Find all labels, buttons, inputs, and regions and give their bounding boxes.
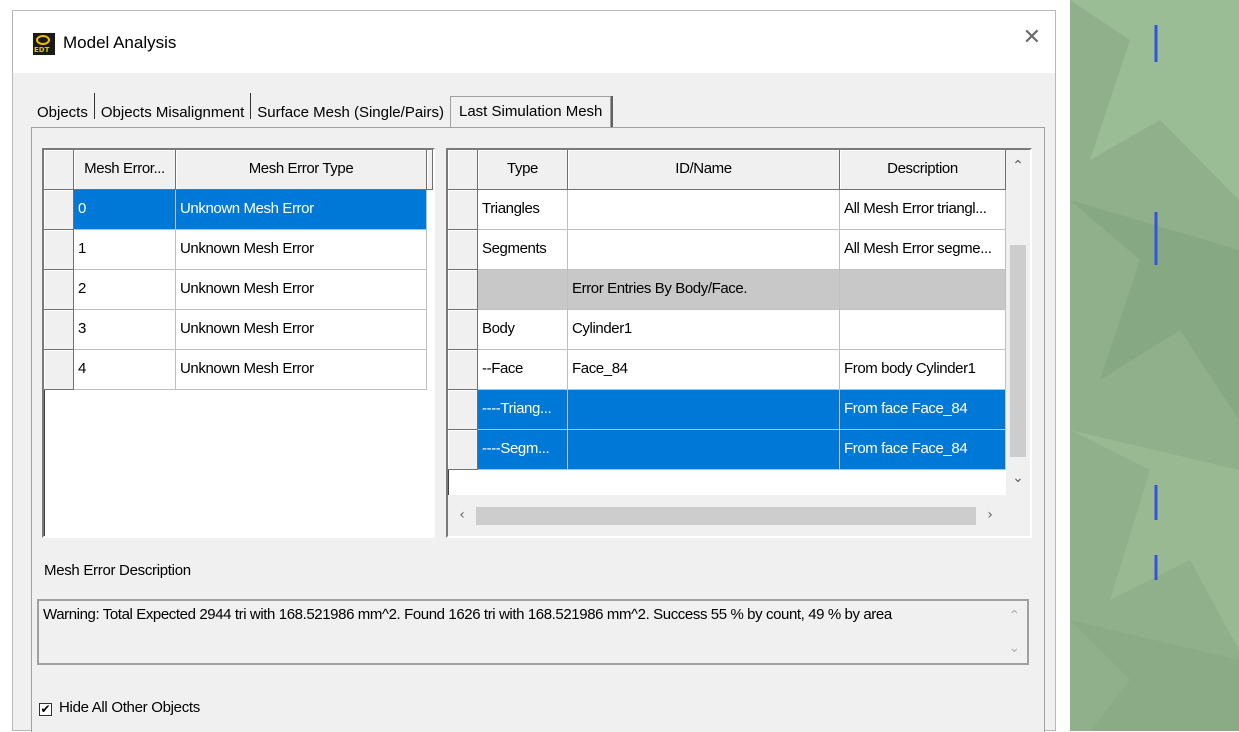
corner-header[interactable] [44, 150, 74, 190]
tab-objects-misalignment[interactable]: Objects Misalignment [101, 104, 244, 127]
close-icon[interactable]: ✕ [1023, 25, 1041, 50]
row-header[interactable] [44, 190, 74, 230]
entry-type-cell[interactable]: ----Triang... [478, 390, 568, 430]
tab-objects[interactable]: Objects [37, 104, 88, 127]
hide-all-other-objects-checkbox[interactable]: ✔ [39, 703, 52, 716]
scroll-right-arrow-icon[interactable]: › [982, 507, 998, 523]
description-text: Warning: Total Expected 2944 tri with 16… [43, 606, 892, 623]
mesh-error-type-cell[interactable]: Unknown Mesh Error [176, 350, 427, 390]
entry-description-cell[interactable]: From face Face_84 [840, 390, 1006, 430]
column-header-type[interactable]: Type [478, 150, 568, 190]
entry-id-name-cell[interactable] [568, 430, 840, 470]
corner-header[interactable] [448, 150, 478, 190]
row-header[interactable] [448, 430, 478, 470]
app-logo-icon: EDT [33, 33, 55, 55]
horizontal-scrollbar[interactable]: ‹ › [448, 495, 1006, 536]
row-header[interactable] [448, 350, 478, 390]
entry-description-cell[interactable]: All Mesh Error segme... [840, 230, 1006, 270]
app-logo-text: EDT [34, 46, 50, 54]
mesh-error-id-cell[interactable]: 1 [74, 230, 176, 270]
mesh-error-description-label: Mesh Error Description [44, 562, 191, 579]
mesh-error-description-text[interactable]: Warning: Total Expected 2944 tri with 16… [37, 599, 1029, 665]
viewport-mesh-graphic [1070, 0, 1239, 731]
column-header-mesh-error-type[interactable]: Mesh Error Type [176, 150, 427, 190]
tab-strip: Objects Objects Misalignment Surface Mes… [37, 93, 612, 129]
mesh-error-type-cell[interactable]: Unknown Mesh Error [176, 310, 427, 350]
column-header-description[interactable]: Description [840, 150, 1006, 190]
hide-all-other-objects-label[interactable]: Hide All Other Objects [59, 699, 200, 716]
entry-id-name-cell[interactable]: Face_84 [568, 350, 840, 390]
mesh-error-id-cell[interactable]: 2 [74, 270, 176, 310]
row-header[interactable] [44, 230, 74, 270]
entry-description-cell[interactable] [840, 310, 1006, 350]
row-header[interactable] [448, 190, 478, 230]
scroll-down-arrow-icon[interactable]: ⌄ [1006, 470, 1030, 486]
entry-description-cell[interactable]: From face Face_84 [840, 430, 1006, 470]
scroll-down-arrow-icon[interactable]: ⌄ [1007, 637, 1021, 660]
row-header[interactable] [448, 390, 478, 430]
mesh-error-id-cell[interactable]: 3 [74, 310, 176, 350]
column-header-mesh-error-id[interactable]: Mesh Error... [74, 150, 176, 190]
entry-description-cell[interactable]: From body Cylinder1 [840, 350, 1006, 390]
entry-type-cell[interactable]: ----Segm... [478, 430, 568, 470]
mesh-error-type-cell[interactable]: Unknown Mesh Error [176, 270, 427, 310]
model-analysis-dialog: EDT Model Analysis ✕ Objects Objects Mis… [12, 10, 1056, 732]
column-header-filler [427, 150, 433, 190]
entry-description-cell[interactable]: All Mesh Error triangl... [840, 190, 1006, 230]
entry-id-name-cell[interactable]: Cylinder1 [568, 310, 840, 350]
entry-type-cell[interactable]: --Face [478, 350, 568, 390]
scroll-thumb[interactable] [1010, 245, 1026, 457]
scroll-left-arrow-icon[interactable]: ‹ [454, 507, 470, 523]
scroll-up-arrow-icon[interactable]: ⌃ [1007, 605, 1021, 628]
row-header[interactable] [448, 230, 478, 270]
tab-last-simulation-mesh[interactable]: Last Simulation Mesh [450, 96, 612, 129]
scroll-up-arrow-icon[interactable]: ⌃ [1006, 158, 1030, 174]
tab-surface-mesh[interactable]: Surface Mesh (Single/Pairs) [257, 104, 444, 127]
entry-id-name-cell[interactable]: Error Entries By Body/Face. [568, 270, 840, 310]
scroll-corner [1006, 495, 1030, 536]
3d-viewport[interactable] [1070, 0, 1239, 731]
entry-id-name-cell[interactable] [568, 230, 840, 270]
entry-type-cell[interactable]: Segments [478, 230, 568, 270]
entry-type-cell[interactable]: Triangles [478, 190, 568, 230]
row-header[interactable] [448, 310, 478, 350]
mesh-error-type-cell[interactable]: Unknown Mesh Error [176, 190, 427, 230]
entry-description-cell[interactable] [840, 270, 1006, 310]
row-header[interactable] [448, 270, 478, 310]
entry-id-name-cell[interactable] [568, 190, 840, 230]
mesh-error-type-cell[interactable]: Unknown Mesh Error [176, 230, 427, 270]
mesh-error-id-cell[interactable]: 4 [74, 350, 176, 390]
column-header-id-name[interactable]: ID/Name [568, 150, 840, 190]
entry-type-cell[interactable] [478, 270, 568, 310]
scroll-thumb-horizontal[interactable] [476, 507, 976, 525]
title-bar: EDT Model Analysis ✕ [13, 11, 1055, 73]
row-header[interactable] [44, 270, 74, 310]
window-title: Model Analysis [63, 33, 177, 52]
tab-separator [93, 93, 95, 119]
entry-id-name-cell[interactable] [568, 390, 840, 430]
entry-type-cell[interactable]: Body [478, 310, 568, 350]
row-header[interactable] [44, 350, 74, 390]
row-header[interactable] [44, 310, 74, 350]
mesh-error-id-cell[interactable]: 0 [74, 190, 176, 230]
vertical-scrollbar[interactable]: ⌃ ⌄ [1006, 150, 1030, 495]
tab-separator [250, 93, 252, 119]
mesh-errors-table: Mesh Error... Mesh Error Type 0 Unknown M… [42, 148, 435, 538]
error-entries-table: Type ID/Name Description Triangles All Me… [446, 148, 1032, 538]
